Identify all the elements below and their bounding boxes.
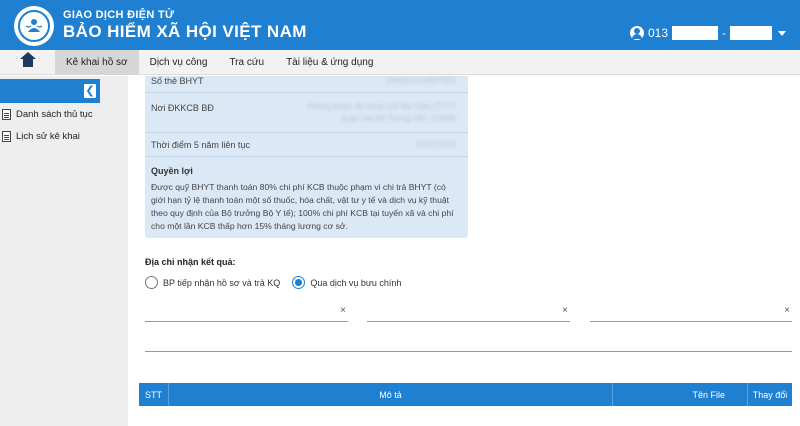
info-value-blurred: DN4010314667555 bbox=[386, 76, 456, 85]
brand-title: BẢO HIỂM XÃ HỘI VIỆT NAM bbox=[63, 22, 307, 41]
option-buu-chinh[interactable]: Qua dịch vụ bưu chính bbox=[292, 276, 401, 289]
benefits-title: Quyền lợi bbox=[151, 166, 193, 176]
clear-icon[interactable]: × bbox=[784, 305, 790, 316]
ward-select[interactable]: × bbox=[590, 300, 792, 322]
clear-icon[interactable]: × bbox=[562, 305, 568, 316]
sidebar-item-danh-sach-thu-tuc[interactable]: Danh sách thủ tục bbox=[2, 109, 93, 120]
document-list-icon bbox=[2, 109, 11, 120]
col-thay-doi: Thay đổi bbox=[752, 389, 788, 400]
info-label: Nơi ĐKKCB BĐ bbox=[151, 103, 214, 113]
user-name-redacted bbox=[730, 26, 772, 40]
user-id-separator: - bbox=[722, 26, 726, 40]
result-address-options: BP tiếp nhận hồ sơ và trả KQ Qua dịch vụ… bbox=[145, 276, 413, 289]
user-id-prefix: 013 bbox=[647, 26, 668, 40]
address-detail-input[interactable] bbox=[145, 332, 792, 352]
home-button[interactable] bbox=[0, 50, 55, 75]
col-ten-file: Tên File bbox=[613, 383, 748, 406]
info-row-so-the: Số thẻ BHYT DN4010314667555 bbox=[151, 76, 462, 86]
info-value-blurred: Phòng khám đa khoa 103 Bà Triệu (TTYT qu… bbox=[307, 102, 456, 123]
col-mo-ta: Mô tả bbox=[169, 383, 613, 406]
info-value-blurred: 01/07/2024 bbox=[415, 140, 456, 149]
divider bbox=[145, 132, 468, 133]
radio-label: BP tiếp nhận hồ sơ và trả KQ bbox=[163, 277, 281, 288]
home-icon bbox=[19, 52, 36, 68]
radio-button-checked[interactable] bbox=[292, 276, 306, 289]
result-address-label: Địa chỉ nhận kết quả: bbox=[145, 257, 236, 267]
province-select[interactable]: × bbox=[145, 300, 348, 322]
user-avatar-icon bbox=[629, 26, 644, 40]
attachments-table-header: STT Mô tả Tên File Thay đổi bbox=[139, 383, 792, 406]
nav-dich-vu-cong[interactable]: Dịch vụ công bbox=[139, 50, 219, 75]
radio-button[interactable] bbox=[145, 276, 158, 289]
sidebar: ❮ Danh sách thủ tục Lịch sử kê khai bbox=[0, 76, 128, 426]
info-label: Thời điểm 5 năm liên tục bbox=[151, 140, 250, 150]
info-row-noi-dkkcb: Nơi ĐKKCB BĐ Phòng khám đa khoa 103 Bà T… bbox=[151, 102, 462, 123]
nav-tai-lieu-ung-dung[interactable]: Tài liệu & ứng dụng bbox=[275, 50, 384, 75]
history-icon bbox=[2, 131, 11, 142]
nav-ke-khai-ho-so[interactable]: Kê khai hồ sơ bbox=[55, 49, 139, 75]
user-menu[interactable]: 013 - bbox=[629, 26, 786, 40]
info-label: Số thẻ BHYT bbox=[151, 76, 204, 86]
divider bbox=[145, 156, 468, 157]
sidebar-collapse-bar[interactable]: ❮ bbox=[0, 79, 100, 103]
collapse-left-icon[interactable]: ❮ bbox=[84, 84, 96, 98]
app-header: GIAO DỊCH ĐIỆN TỬ BẢO HIỂM XÃ HỘI VIỆT N… bbox=[0, 0, 800, 50]
info-row-thoi-diem: Thời điểm 5 năm liên tục 01/07/2024 bbox=[151, 140, 462, 150]
chevron-down-icon bbox=[778, 30, 786, 36]
benefits-text: Được quỹ BHYT thanh toán 80% chi phí KCB… bbox=[151, 182, 454, 231]
user-id-redacted bbox=[672, 26, 718, 40]
sidebar-item-lich-su-ke-khai[interactable]: Lịch sử kê khai bbox=[2, 131, 80, 142]
logo-icon[interactable] bbox=[14, 6, 54, 46]
option-bp-tiep-nhan[interactable]: BP tiếp nhận hồ sơ và trả KQ bbox=[145, 276, 280, 289]
sidebar-item-label: Lịch sử kê khai bbox=[16, 131, 80, 142]
insurance-info-card: Số thẻ BHYT DN4010314667555 Nơi ĐKKCB BĐ… bbox=[145, 76, 468, 238]
col-stt: STT bbox=[139, 383, 169, 406]
divider bbox=[145, 92, 468, 93]
sidebar-item-label: Danh sách thủ tục bbox=[16, 109, 93, 120]
district-select[interactable]: × bbox=[367, 300, 570, 322]
radio-label: Qua dịch vụ bưu chính bbox=[310, 277, 402, 288]
clear-icon[interactable]: × bbox=[340, 305, 346, 316]
nav-tra-cuu[interactable]: Tra cứu bbox=[218, 50, 275, 75]
brand-subtitle: GIAO DỊCH ĐIỆN TỬ bbox=[63, 9, 175, 21]
main-nav: Kê khai hồ sơ Dịch vụ công Tra cứu Tài l… bbox=[0, 49, 800, 75]
